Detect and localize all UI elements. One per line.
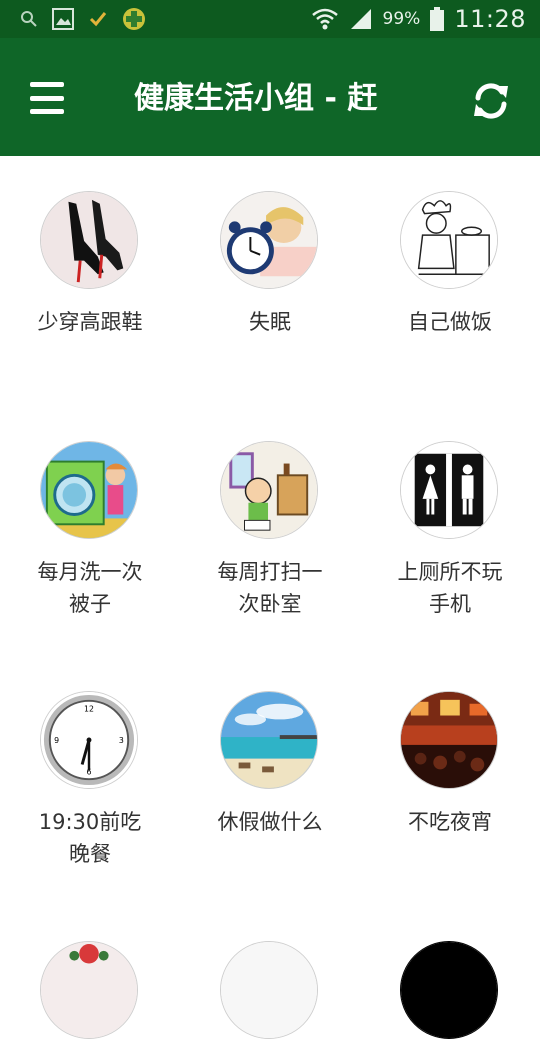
app-bar: 健康生活小组 - 赶	[0, 38, 540, 156]
insomnia-image	[220, 191, 318, 289]
item-label: 每周打扫一次卧室	[217, 560, 323, 616]
svg-text:3: 3	[119, 736, 124, 745]
partial-image	[220, 941, 318, 1039]
cooking-image	[400, 191, 498, 289]
check-icon	[89, 12, 107, 27]
night-market-image	[400, 691, 498, 789]
wifi-icon	[311, 8, 338, 30]
app-icon	[123, 8, 145, 30]
status-bar-system: 99% 11:28	[311, 5, 526, 33]
partial-image	[40, 941, 138, 1039]
hamburger-menu-icon[interactable]	[24, 78, 70, 118]
status-bar-notifications	[20, 7, 146, 31]
clock-image: 12 3 6 9	[40, 691, 138, 789]
image-icon	[52, 8, 74, 30]
partial-image	[400, 941, 498, 1039]
svg-text:9: 9	[54, 736, 59, 745]
cleaning-room-image	[220, 441, 318, 539]
high-heels-image	[40, 191, 138, 289]
signal-icon	[350, 9, 371, 29]
item-label: 每月洗一次被子	[37, 560, 143, 616]
status-bar: 99% 11:28	[0, 0, 540, 38]
page-title: 健康生活小组 - 赶	[134, 81, 378, 116]
item-label: 不吃夜宵	[408, 810, 492, 834]
washing-machine-image	[40, 441, 138, 539]
item-label: 上厕所不玩手机	[397, 560, 503, 616]
refresh-icon[interactable]	[470, 80, 512, 122]
restroom-sign-image	[400, 441, 498, 539]
svg-text:12: 12	[84, 705, 94, 714]
item-label: 自己做饭	[408, 310, 492, 334]
battery-percentage: 99%	[382, 9, 421, 29]
item-label: 19:30前吃晚餐	[38, 810, 142, 866]
search-icon	[21, 11, 37, 27]
beach-image	[220, 691, 318, 789]
battery-icon	[430, 7, 445, 31]
item-label: 少穿高跟鞋	[37, 310, 143, 334]
item-label: 失眠	[249, 310, 291, 334]
status-time: 11:28	[454, 5, 526, 33]
item-label: 休假做什么	[217, 810, 323, 834]
